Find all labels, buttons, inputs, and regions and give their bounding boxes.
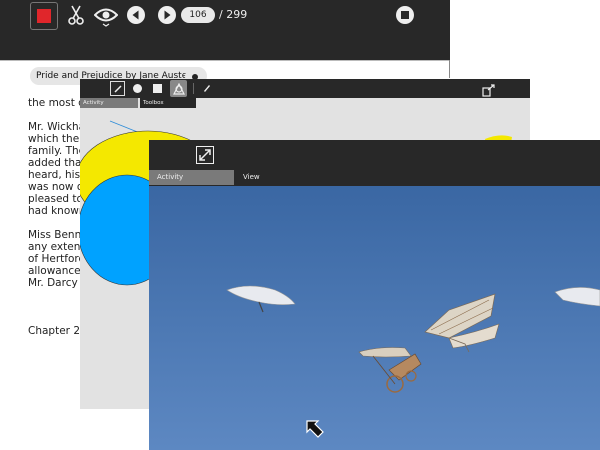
eye-icon[interactable] (94, 5, 118, 27)
photo-viewer-window: Activity View (149, 140, 600, 450)
reader-scrollbar[interactable] (449, 60, 450, 78)
reader-toolbar: 106 / 299 (0, 0, 450, 31)
tab-view[interactable]: View (235, 170, 320, 185)
toolbar-separator (193, 83, 194, 94)
expand-icon (196, 146, 214, 164)
fullscreen-button[interactable] (195, 145, 215, 165)
ellipse-tool-button[interactable] (133, 84, 142, 93)
paint-tab-bar: Activity Toolbox (80, 98, 530, 108)
photo-toolbar (149, 140, 600, 170)
photo-image (149, 186, 600, 450)
share-icon[interactable] (482, 82, 496, 97)
stop-icon (37, 9, 51, 23)
next-page-button[interactable] (157, 5, 177, 25)
reader-secondary-toolbar: Pride and Prejudice by Jane Austen P (0, 31, 450, 86)
mouse-cursor-icon (304, 418, 328, 442)
photo-tab-bar: Activity View (149, 170, 600, 185)
stop-button[interactable] (30, 2, 58, 30)
shapes-tool-button[interactable] (170, 80, 187, 97)
previous-page-button[interactable] (126, 5, 146, 25)
paint-toolbar (80, 79, 530, 98)
page-number-input[interactable]: 106 (181, 7, 215, 23)
tab-activity[interactable]: Activity (80, 98, 138, 108)
page-total: / 299 (219, 8, 248, 21)
tab-toolbox[interactable]: Toolbox (140, 98, 196, 108)
scissors-icon[interactable] (66, 4, 86, 26)
pencil-icon (113, 84, 122, 93)
pencil-tool-button[interactable] (110, 81, 125, 96)
tab-activity[interactable]: Activity (149, 170, 234, 185)
stop-activity-button[interactable] (395, 5, 415, 25)
shapes-icon (172, 82, 185, 95)
brush-icon[interactable] (201, 82, 213, 94)
rectangle-tool-button[interactable] (153, 84, 162, 93)
